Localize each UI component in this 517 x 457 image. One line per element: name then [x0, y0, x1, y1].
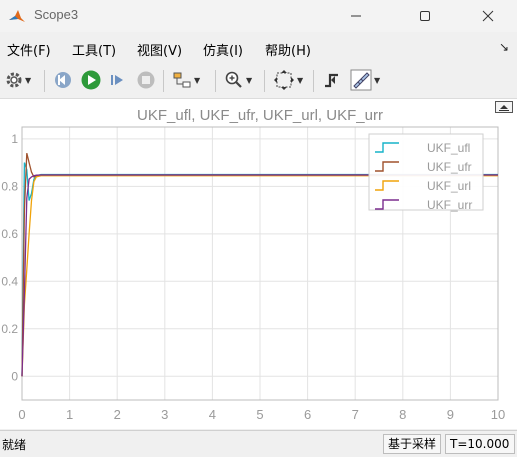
x-tick-label: 0	[18, 407, 25, 422]
x-tick-label: 9	[447, 407, 454, 422]
window-titlebar: Scope3	[0, 0, 517, 32]
status-ready-text: 就绪	[2, 438, 27, 452]
sample-mode-label: 基于采样	[383, 434, 442, 454]
chevron-down-icon: ▼	[297, 75, 304, 85]
status-bar: 就绪 基于采样 T=10.000	[0, 430, 517, 457]
sim-time-label: T=10.000	[445, 434, 515, 454]
x-tick-label: 6	[304, 407, 311, 422]
menu-file[interactable]: 文件(F)	[7, 40, 51, 59]
window-title: Scope3	[34, 7, 79, 22]
zoom-in-icon	[224, 70, 244, 90]
legend-entry-label: UKF_ufr	[427, 160, 472, 174]
toolbar: ▼ ▼ ▼ ▼ ▼	[0, 64, 517, 99]
y-tick-label: 0	[11, 369, 18, 383]
legend-entry-label: UKF_urr	[427, 198, 472, 212]
measurements-button[interactable]: ▼	[350, 69, 380, 91]
stop-icon	[136, 70, 156, 90]
zoom-button[interactable]: ▼	[224, 69, 252, 91]
chevron-down-icon: ▼	[194, 75, 201, 85]
stop-button[interactable]	[136, 69, 156, 91]
x-tick-label: 4	[209, 407, 216, 422]
run-button[interactable]	[80, 69, 102, 91]
close-button[interactable]	[465, 0, 511, 32]
ruler-icon	[350, 69, 372, 91]
toolbar-separator	[264, 70, 265, 92]
menu-view[interactable]: 视图(V)	[137, 40, 182, 59]
step-forward-button[interactable]	[108, 69, 128, 91]
toolbar-separator	[44, 70, 45, 92]
x-tick-label: 2	[114, 407, 121, 422]
legend-entry-label: UKF_ufl	[427, 141, 470, 155]
x-tick-label: 3	[161, 407, 168, 422]
autoscale-button[interactable]: ▼	[273, 69, 303, 91]
x-tick-label: 1	[66, 407, 73, 422]
x-tick-label: 5	[256, 407, 263, 422]
triggers-button[interactable]	[322, 69, 342, 91]
y-tick-label: 0.2	[1, 322, 18, 336]
settings-button[interactable]: ▼	[5, 69, 31, 91]
x-tick-label: 8	[399, 407, 406, 422]
legend-entry-label: UKF_url	[427, 179, 471, 193]
matlab-logo-icon	[8, 7, 26, 25]
toolbar-separator	[215, 70, 216, 92]
highlight-block-button[interactable]: ▼	[172, 69, 200, 91]
menu-dock-arrow-icon[interactable]: ↘	[499, 40, 509, 54]
autoscale-icon	[273, 69, 295, 91]
step-back-button[interactable]	[53, 69, 73, 91]
menu-tools[interactable]: 工具(T)	[72, 40, 116, 59]
maximize-button[interactable]	[402, 0, 448, 32]
chevron-down-icon: ▼	[374, 75, 381, 85]
y-tick-label: 0.4	[1, 274, 18, 288]
step-back-icon	[53, 70, 73, 90]
scope-plot-area: UKF_ufl, UKF_ufr, UKF_url, UKF_urr 0 1 2 3 4…	[0, 99, 517, 429]
play-icon	[80, 69, 102, 91]
menu-help[interactable]: 帮助(H)	[265, 40, 311, 59]
y-tick-label: 1	[11, 132, 18, 146]
toolbar-separator	[163, 70, 164, 92]
block-diagram-icon	[172, 70, 192, 90]
trigger-icon	[322, 70, 342, 90]
y-tick-label: 0.6	[1, 227, 18, 241]
menu-simulation[interactable]: 仿真(I)	[203, 40, 243, 59]
y-tick-label: 0.8	[1, 179, 18, 193]
menu-bar: 文件(F) 工具(T) 视图(V) 仿真(I) 帮助(H) ↘	[0, 32, 517, 64]
x-tick-label: 10	[491, 407, 505, 422]
gear-icon	[5, 71, 23, 89]
chart-legend[interactable]: UKF_ufl UKF_ufr UKF_url UKF_urr	[368, 133, 484, 212]
minimize-button[interactable]	[333, 0, 379, 32]
line-chart: UKF_ufl, UKF_ufr, UKF_url, UKF_urr 0 1 2 3 4…	[1, 107, 505, 422]
x-tick-label: 7	[352, 407, 359, 422]
step-forward-icon	[108, 70, 128, 90]
toolbar-separator	[313, 70, 314, 92]
chevron-down-icon: ▼	[25, 75, 32, 85]
chevron-down-icon: ▼	[246, 75, 253, 85]
chart-title: UKF_ufl, UKF_ufr, UKF_url, UKF_urr	[137, 107, 383, 124]
